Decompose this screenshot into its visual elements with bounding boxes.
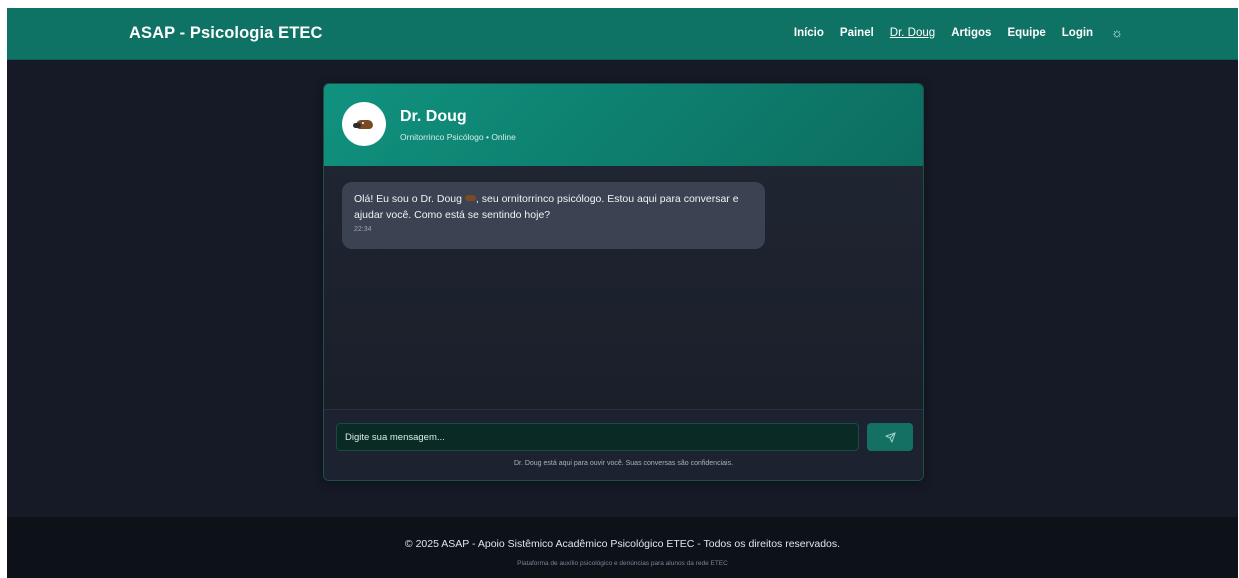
footer-tagline: Plataforma de auxílio psicológico e denú…	[517, 560, 728, 567]
message-input[interactable]	[336, 423, 859, 451]
send-button[interactable]	[867, 423, 913, 451]
navbar: ASAP - Psicologia ETEC Início Painel Dr.…	[7, 8, 1238, 60]
chat-title: Dr. Doug	[400, 108, 467, 125]
send-icon	[884, 431, 896, 443]
nav-link-login[interactable]: Login	[1062, 27, 1093, 39]
composer: Dr. Doug está aqui para ouvir você. Suas…	[324, 409, 923, 480]
nav-links: Início Painel Dr. Doug Artigos Equipe Lo…	[794, 25, 1123, 40]
message-bubble: Olá! Eu sou o Dr. Doug , seu ornitorrinc…	[342, 182, 765, 249]
footer: © 2025 ASAP - Apoio Sistêmico Acadêmico …	[7, 517, 1238, 578]
platypus-icon	[464, 195, 476, 201]
nav-link-inicio[interactable]: Início	[794, 27, 824, 39]
message-list[interactable]: Olá! Eu sou o Dr. Doug , seu ornitorrinc…	[324, 166, 923, 409]
chat-card: Dr. Doug Ornitorrinco Psicólogo • Online…	[323, 83, 924, 481]
chat-disclaimer: Dr. Doug está aqui para ouvir você. Suas…	[513, 460, 734, 467]
chat-status: Ornitorrinco Psicólogo • Online	[400, 132, 516, 142]
nav-link-equipe[interactable]: Equipe	[1007, 27, 1045, 39]
sun-icon[interactable]: ☼	[1111, 25, 1123, 40]
nav-link-painel[interactable]: Painel	[840, 27, 874, 39]
nav-link-artigos[interactable]: Artigos	[951, 27, 991, 39]
nav-link-dr-doug[interactable]: Dr. Doug	[890, 27, 935, 39]
chat-header: Dr. Doug Ornitorrinco Psicólogo • Online	[324, 84, 923, 166]
page: ASAP - Psicologia ETEC Início Painel Dr.…	[7, 8, 1238, 578]
message-text: Olá! Eu sou o Dr. Doug , seu ornitorrinc…	[354, 193, 739, 221]
message-timestamp: 22:34	[354, 226, 372, 233]
platypus-icon	[353, 118, 375, 130]
footer-copyright: © 2025 ASAP - Apoio Sistêmico Acadêmico …	[404, 538, 841, 550]
brand-logo[interactable]: ASAP - Psicologia ETEC	[129, 24, 323, 43]
avatar	[342, 102, 386, 146]
